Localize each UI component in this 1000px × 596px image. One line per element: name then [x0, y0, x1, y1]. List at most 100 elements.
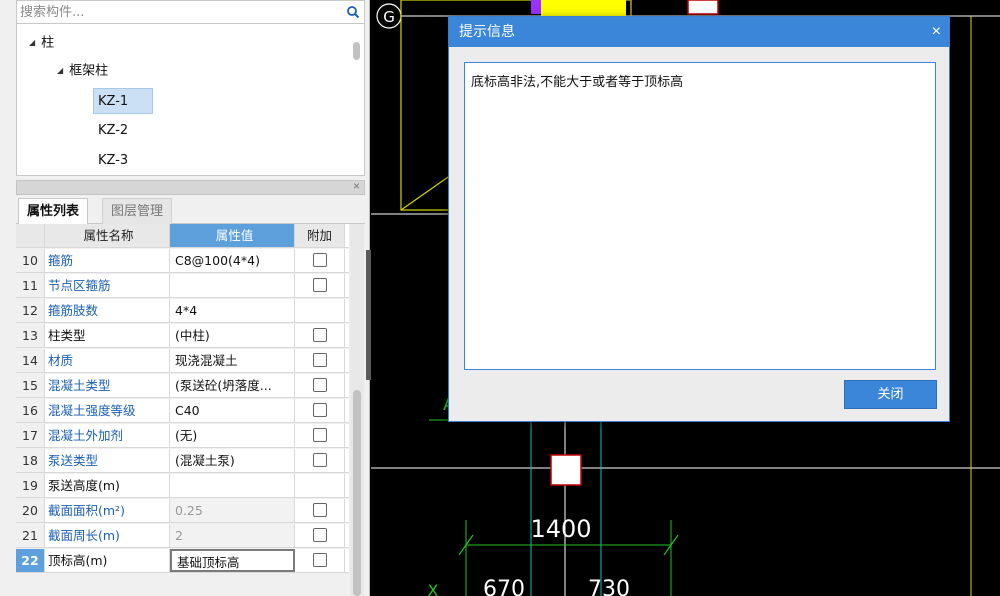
row-index: 20 [16, 499, 45, 522]
extra-checkbox[interactable] [313, 353, 327, 367]
tab-layer-management[interactable]: 图层管理 [102, 198, 173, 224]
property-name: 材质 [45, 349, 170, 372]
extra-checkbox[interactable] [313, 278, 327, 292]
extra-checkbox[interactable] [313, 503, 327, 517]
property-name: 顶标高(m) [45, 549, 170, 572]
table-row[interactable]: 10 箍筋 C8@100(4*4) [16, 249, 349, 273]
extra-checkbox[interactable] [313, 253, 327, 267]
dialog-titlebar[interactable]: 提示信息 × [449, 17, 949, 47]
property-value[interactable]: 现浇混凝土 [170, 349, 295, 372]
extra-cell [295, 499, 345, 522]
dimension-right: 730 [588, 577, 630, 596]
extra-cell [295, 349, 345, 372]
extra-cell [295, 424, 345, 447]
axis-label: G [383, 8, 395, 26]
close-icon[interactable]: × [353, 179, 360, 194]
tree-node-frame-column[interactable]: ◢ 框架柱 [57, 58, 108, 84]
property-name: 泵送高度(m) [45, 474, 170, 497]
table-row[interactable]: 20 截面面积(m²) 0.25 [16, 499, 349, 523]
tree-scrollbar[interactable] [353, 42, 360, 60]
property-value: 2 [170, 524, 295, 547]
property-value[interactable]: (泵送砼(坍落度... [170, 374, 295, 397]
property-value-editor[interactable]: 基础顶标高 [170, 549, 295, 572]
expand-triangle-icon[interactable]: ◢ [57, 58, 63, 84]
property-value[interactable]: (中柱) [170, 324, 295, 347]
search-input[interactable] [20, 3, 338, 21]
dialog-message: 底标高非法,不能大于或者等于顶标高 [464, 62, 936, 370]
row-index: 15 [16, 374, 45, 397]
table-row[interactable]: 21 截面周长(m) 2 [16, 524, 349, 548]
label-x: X [428, 581, 439, 596]
panel-splitter[interactable]: × [16, 179, 365, 195]
extra-cell [295, 524, 345, 547]
property-name: 混凝土外加剂 [45, 424, 170, 447]
row-index: 18 [16, 449, 45, 472]
property-name: 混凝土强度等级 [45, 399, 170, 422]
row-index: 19 [16, 474, 45, 497]
table-row-selected[interactable]: 22 顶标高(m) 基础顶标高 [16, 549, 349, 573]
property-value[interactable]: C8@100(4*4) [170, 249, 295, 272]
column-center-node [550, 454, 582, 486]
close-button[interactable]: 关闭 [844, 380, 937, 409]
extra-cell [295, 549, 345, 572]
property-name: 箍筋 [45, 249, 170, 272]
table-row[interactable]: 12 箍筋肢数 4*4 [16, 299, 349, 323]
extra-checkbox[interactable] [313, 453, 327, 467]
extra-cell [295, 274, 345, 297]
tree-item-kz3[interactable]: KZ-3 [98, 148, 128, 174]
extra-cell [295, 399, 345, 422]
component-panel: ◢柱 ◢框架柱 KZ-1 KZ-2 KZ-3 × 属性列表 图层管理 属性名称 … [0, 0, 370, 596]
property-value: 0.25 [170, 499, 295, 522]
extra-checkbox[interactable] [313, 553, 327, 567]
tree-node-label: 柱 [41, 35, 55, 51]
grid-scrollbar-thumb[interactable] [353, 390, 361, 596]
table-row[interactable]: 17 混凝土外加剂 (无) [16, 424, 349, 448]
property-value[interactable] [170, 274, 295, 297]
extra-checkbox[interactable] [313, 428, 327, 442]
dialog-title: 提示信息 [459, 24, 515, 40]
property-value[interactable]: (无) [170, 424, 295, 447]
property-value[interactable]: 4*4 [170, 299, 295, 322]
property-value[interactable] [170, 474, 295, 497]
table-row[interactable]: 14 材质 现浇混凝土 [16, 349, 349, 373]
table-row[interactable]: 19 泵送高度(m) [16, 474, 349, 498]
tree-item-kz1[interactable]: KZ-1 [93, 88, 153, 114]
extra-cell [295, 249, 345, 272]
property-value[interactable]: (混凝土泵) [170, 449, 295, 472]
table-row[interactable]: 16 混凝土强度等级 C40 [16, 399, 349, 423]
grid-scrollbar[interactable] [350, 224, 364, 596]
property-value[interactable]: C40 [170, 399, 295, 422]
extra-cell [295, 324, 345, 347]
column-outline [400, 174, 452, 211]
close-icon[interactable]: × [932, 17, 941, 47]
table-row[interactable]: 15 混凝土类型 (泵送砼(坍落度... [16, 374, 349, 398]
tree-node-column[interactable]: ◢ 柱 [29, 30, 54, 56]
extra-checkbox[interactable] [313, 378, 327, 392]
row-index: 13 [16, 324, 45, 347]
search-box[interactable] [16, 0, 365, 24]
extra-cell [295, 299, 345, 322]
table-row[interactable]: 11 节点区箍筋 [16, 274, 349, 298]
header-index [16, 224, 45, 247]
tree-item-kz2[interactable]: KZ-2 [98, 118, 128, 144]
dimension-total: 1400 [530, 515, 591, 543]
extra-checkbox[interactable] [313, 328, 327, 342]
expand-triangle-icon[interactable]: ◢ [29, 30, 35, 56]
table-row[interactable]: 13 柱类型 (中柱) [16, 324, 349, 348]
tree-item-label: KZ-3 [98, 153, 129, 168]
row-index: 22 [16, 549, 45, 572]
tree-item-label: KZ-2 [98, 123, 129, 138]
extra-checkbox[interactable] [313, 528, 327, 542]
tree-node-label: 框架柱 [69, 63, 109, 79]
extra-cell [295, 474, 345, 497]
extra-cell [295, 374, 345, 397]
search-icon[interactable] [346, 5, 360, 19]
header-extra: 附加 [295, 224, 345, 247]
property-tabs: 属性列表 图层管理 [16, 196, 365, 225]
message-dialog: 提示信息 × 底标高非法,不能大于或者等于顶标高 关闭 [448, 16, 950, 422]
table-row[interactable]: 18 泵送类型 (混凝土泵) [16, 449, 349, 473]
row-index: 16 [16, 399, 45, 422]
header-value: 属性值 [170, 224, 295, 247]
extra-checkbox[interactable] [313, 403, 327, 417]
tab-attribute-list[interactable]: 属性列表 [18, 198, 89, 225]
